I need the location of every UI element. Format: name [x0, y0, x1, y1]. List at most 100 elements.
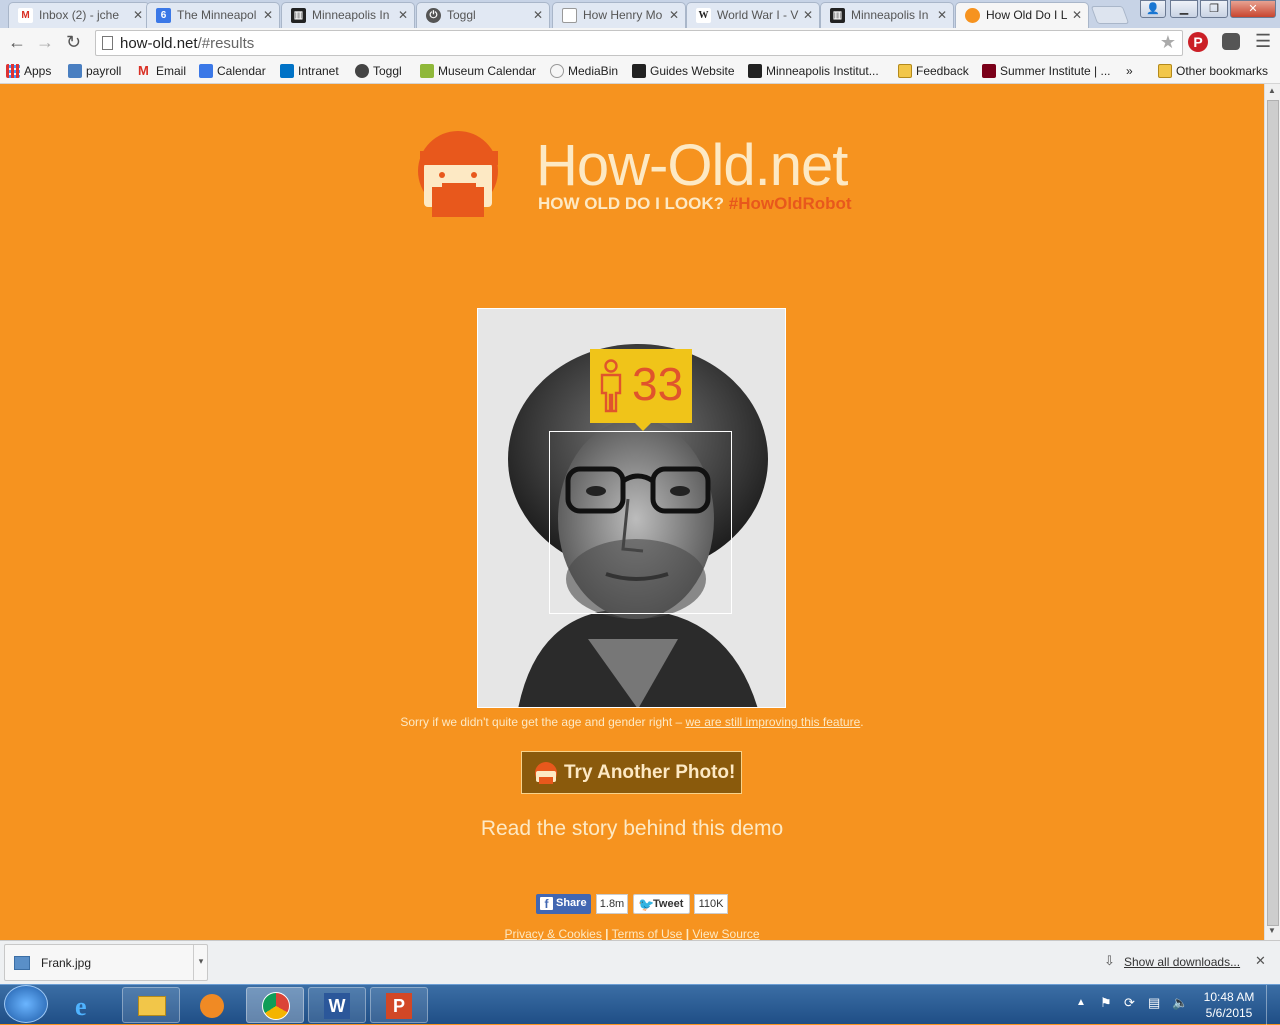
how-old-logo-icon: [418, 131, 498, 217]
powerpoint-taskbar-icon[interactable]: P: [370, 987, 428, 1023]
gmail-icon: M: [18, 8, 33, 23]
forward-icon[interactable]: →: [36, 32, 54, 52]
bookmark-payroll[interactable]: payroll: [68, 63, 121, 79]
age-value: 33: [632, 358, 684, 410]
user-profile-icon[interactable]: 👤: [1140, 0, 1166, 18]
show-hidden-icons[interactable]: ▲: [1076, 997, 1086, 1008]
bookmarks-overflow[interactable]: »: [1126, 63, 1133, 79]
bookmark-feedback[interactable]: Feedback: [898, 63, 969, 79]
close-icon[interactable]: ✕: [1255, 953, 1266, 969]
star-icon[interactable]: ★: [1160, 32, 1176, 53]
show-all-downloads-link[interactable]: Show all downloads...: [1124, 955, 1240, 969]
back-icon[interactable]: ←: [8, 32, 26, 52]
close-icon[interactable]: ✕: [937, 3, 947, 27]
folder-icon: [138, 996, 166, 1016]
scroll-up-icon[interactable]: ▲: [1268, 86, 1276, 95]
close-window-button[interactable]: ✕: [1230, 0, 1276, 18]
tab-title: World War I - V: [717, 8, 799, 22]
facebook-icon: f: [540, 897, 553, 911]
other-bookmarks[interactable]: Other bookmarks: [1158, 63, 1268, 79]
pocket-icon[interactable]: [1222, 33, 1240, 50]
address-bar[interactable]: how-old.net/#results ★: [95, 30, 1183, 56]
start-button[interactable]: [4, 985, 48, 1023]
windows-taskbar: e W P ▲ ⚑ ⟳ ▤ 🔈 10:48 AM 5/6/2015: [0, 984, 1280, 1025]
vertical-scrollbar[interactable]: ▲ ▼: [1264, 84, 1280, 940]
volume-icon[interactable]: 🔈: [1172, 995, 1188, 1011]
share-label: Share: [556, 897, 587, 909]
tweet-count: 110K: [694, 894, 728, 914]
tab-henry-moore[interactable]: How Henry Mo ✕: [552, 2, 686, 28]
chrome-taskbar-icon[interactable]: [246, 987, 304, 1023]
close-icon[interactable]: ✕: [133, 3, 143, 27]
bookmark-guides-website[interactable]: Guides Website: [632, 63, 735, 79]
bookmark-apps[interactable]: Apps: [6, 63, 51, 79]
improving-feature-link[interactable]: we are still improving this feature: [686, 715, 861, 729]
try-another-photo-button[interactable]: Try Another Photo!: [521, 751, 742, 794]
reload-icon[interactable]: ↻: [66, 32, 81, 52]
word-taskbar-icon[interactable]: W: [308, 987, 366, 1023]
bookmark-label: Other bookmarks: [1176, 64, 1269, 78]
site-title: How-Old.net: [536, 133, 848, 198]
ie-glyph: e: [75, 992, 87, 1021]
mia-icon: [748, 64, 762, 78]
address-url: how-old.net/#results: [120, 35, 254, 52]
media-player-icon[interactable]: [182, 987, 240, 1023]
age-badge: 33: [590, 349, 692, 431]
tab-wikipedia[interactable]: W World War I - V ✕: [686, 2, 820, 28]
bookmark-toggl[interactable]: Toggl: [355, 63, 402, 79]
internet-explorer-icon[interactable]: e: [60, 987, 118, 1023]
bookmark-mediabin[interactable]: MediaBin: [550, 63, 618, 79]
page-content: How-Old.net HOW OLD DO I LOOK? #HowOldRo…: [0, 84, 1264, 940]
folder-icon: [1158, 64, 1172, 78]
tab-minneapolis-institute[interactable]: ▥ Minneapolis In ✕: [281, 2, 415, 28]
close-icon[interactable]: ✕: [398, 3, 408, 27]
minimize-button[interactable]: ▁: [1170, 0, 1198, 18]
tab-minneapolis-calendar[interactable]: 6 The Minneapol ✕: [146, 2, 280, 28]
bookmark-label: Email: [156, 64, 187, 78]
tab-how-old[interactable]: How Old Do I L ✕: [955, 2, 1089, 28]
clock-date: 5/6/2015: [1205, 1006, 1253, 1020]
tab-toggl[interactable]: ⏻ Toggl ✕: [416, 2, 550, 28]
scroll-down-icon[interactable]: ▼: [1268, 926, 1276, 935]
tab-title: How Old Do I L: [986, 8, 1068, 22]
disclaimer-end: .: [860, 715, 864, 729]
network-icon[interactable]: ▤: [1148, 995, 1160, 1011]
tab-minneapolis-institute-2[interactable]: ▥ Minneapolis In ✕: [820, 2, 954, 28]
view-source-link[interactable]: View Source: [692, 927, 759, 940]
story-link[interactable]: Read the story behind this demo: [0, 817, 1264, 841]
page-icon: [562, 8, 577, 23]
privacy-link[interactable]: Privacy & Cookies: [504, 927, 601, 940]
scrollbar-thumb[interactable]: [1267, 100, 1279, 926]
toggl-icon: [355, 64, 369, 78]
terms-link[interactable]: Terms of Use: [612, 927, 683, 940]
bookmark-minneapolis-institute[interactable]: Minneapolis Institut...: [748, 63, 879, 79]
file-explorer-icon[interactable]: [122, 987, 180, 1023]
close-icon[interactable]: ✕: [669, 3, 679, 27]
bookmark-email[interactable]: M Email: [138, 63, 186, 79]
maximize-button[interactable]: ❐: [1200, 0, 1228, 18]
close-icon[interactable]: ✕: [1072, 3, 1082, 27]
menu-icon[interactable]: ☰: [1255, 31, 1271, 52]
sync-icon[interactable]: ⟳: [1124, 995, 1135, 1011]
pinterest-icon[interactable]: P: [1188, 32, 1208, 52]
close-icon[interactable]: ✕: [263, 3, 273, 27]
new-tab-button[interactable]: [1090, 6, 1130, 24]
action-center-icon[interactable]: ⚑: [1100, 995, 1112, 1011]
url-domain: how-old.net: [120, 35, 198, 52]
tab-gmail[interactable]: M Inbox (2) - jche ✕: [8, 2, 150, 28]
bookmark-calendar[interactable]: Calendar: [199, 63, 266, 79]
tweet-button[interactable]: 🐦 Tweet: [633, 894, 690, 914]
download-item[interactable]: Frank.jpg ▾: [4, 944, 208, 981]
bookmark-intranet[interactable]: Intranet: [280, 63, 339, 79]
close-icon[interactable]: ✕: [533, 3, 543, 27]
bookmark-summer-institute[interactable]: Summer Institute | ...: [982, 63, 1110, 79]
tab-strip: M Inbox (2) - jche ✕ 6 The Minneapol ✕ ▥…: [0, 0, 1280, 28]
show-desktop-button[interactable]: [1266, 985, 1280, 1025]
museum-calendar-icon: [420, 64, 434, 78]
close-icon[interactable]: ✕: [803, 3, 813, 27]
chevron-down-icon[interactable]: ▾: [193, 945, 208, 980]
facebook-share-button[interactable]: f Share: [536, 894, 591, 914]
system-clock[interactable]: 10:48 AM 5/6/2015: [1196, 989, 1262, 1021]
bookmark-museum-calendar[interactable]: Museum Calendar: [420, 63, 536, 79]
calendar-icon: 6: [156, 8, 171, 23]
